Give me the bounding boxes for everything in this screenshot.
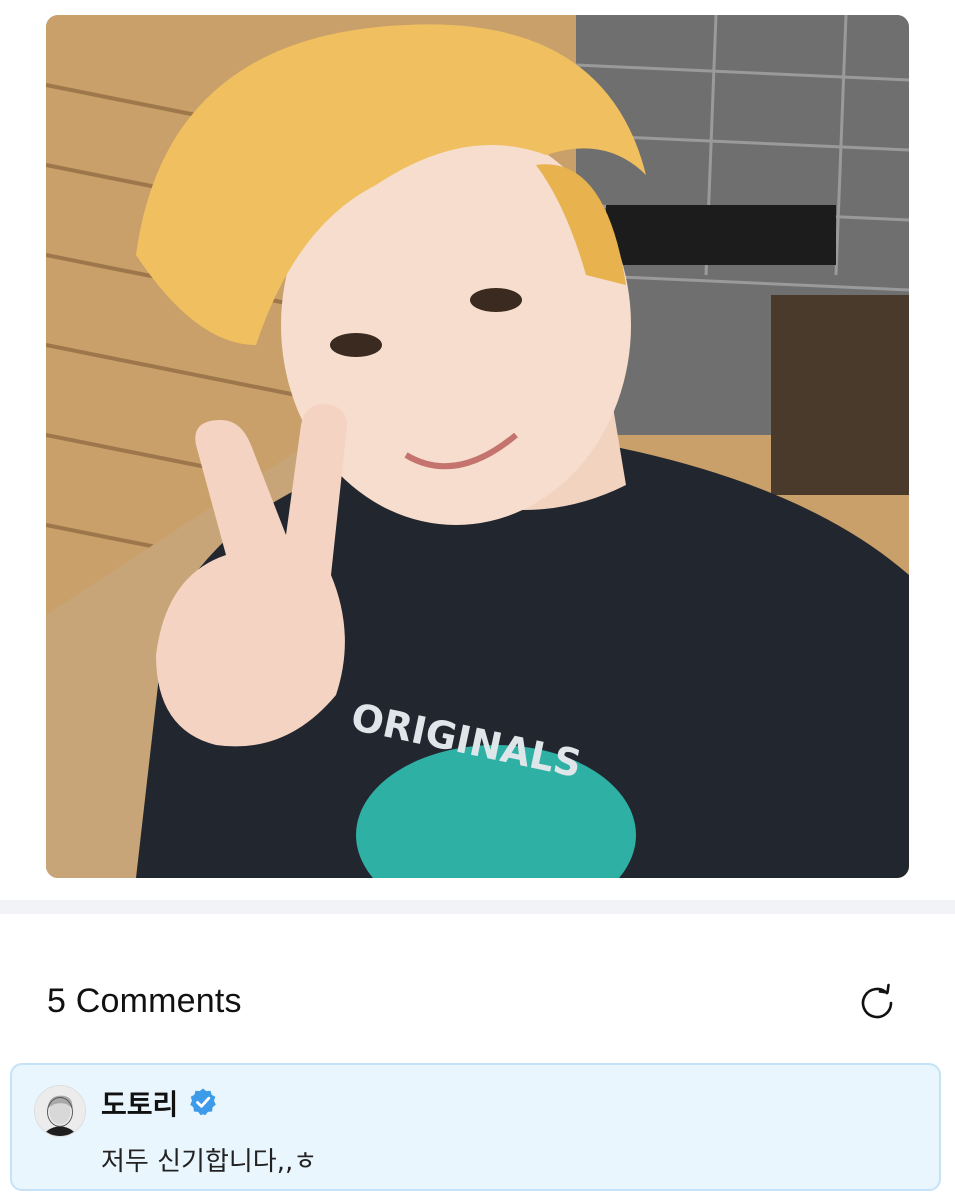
section-divider (0, 900, 955, 914)
highlighted-comment-card[interactable]: 도토리 저두 신기합니다,,ㅎ (10, 1063, 941, 1191)
verified-badge-icon (188, 1087, 218, 1117)
comments-count: 5 Comments (47, 982, 242, 1020)
selfie-photo-illustration: ORIGINALS (46, 15, 909, 878)
comment-text: 저두 신기합니다,,ㅎ (101, 1147, 318, 1177)
refresh-button[interactable] (852, 978, 902, 1028)
avatar-photo (35, 1086, 85, 1136)
refresh-icon (861, 983, 893, 1019)
comment-author[interactable]: 도토리 (101, 1083, 178, 1123)
comments-header: 5 Comments (0, 970, 955, 1040)
post-photo[interactable]: ORIGINALS (46, 15, 909, 878)
avatar[interactable] (34, 1085, 86, 1137)
